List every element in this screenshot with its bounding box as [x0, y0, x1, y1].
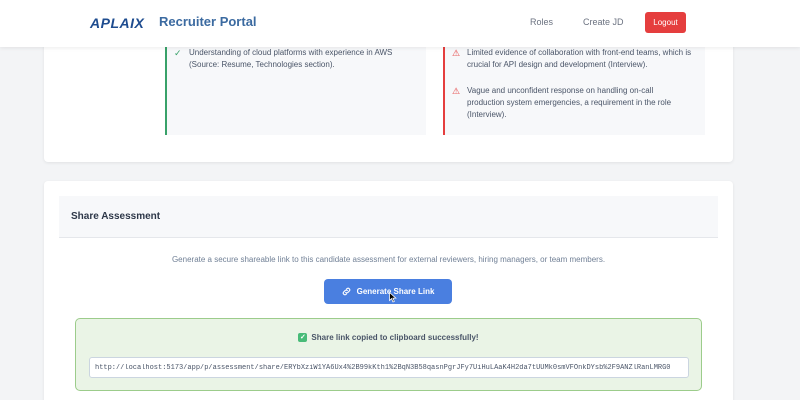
mouse-cursor-icon — [389, 292, 397, 303]
share-description: Generate a secure shareable link to this… — [171, 255, 606, 264]
link-icon — [342, 287, 350, 296]
check-icon: ✓ — [174, 48, 182, 58]
success-message-text: Share link copied to clipboard successfu… — [311, 333, 479, 342]
warning-icon: ⚠ — [452, 86, 461, 96]
nav-roles-link[interactable]: Roles — [530, 17, 553, 27]
share-success-alert: ✓ Share link copied to clipboard success… — [75, 318, 702, 391]
concerns-column: ⚠ Limited evidence of collaboration with… — [443, 40, 705, 135]
top-navbar: APLAIX Recruiter Portal Roles Create JD … — [0, 0, 800, 47]
check-box-icon: ✓ — [298, 333, 308, 342]
strength-item: ✓ Understanding of cloud platforms with … — [167, 47, 417, 71]
share-assessment-title: Share Assessment — [71, 211, 161, 222]
strengths-column: ✓ Understanding of cloud platforms with … — [165, 40, 426, 135]
strength-text: Understanding of cloud platforms with ex… — [189, 48, 393, 69]
warning-icon: ⚠ — [452, 48, 461, 58]
generate-share-link-button[interactable]: Generate Share Link — [324, 279, 452, 304]
concern-item: ⚠ Vague and unconfident response on hand… — [445, 85, 685, 121]
share-link-field[interactable] — [89, 357, 689, 378]
concern-item: ⚠ Limited evidence of collaboration with… — [445, 47, 705, 71]
nav-create-jd-link[interactable]: Create JD — [583, 17, 624, 27]
share-assessment-card: Share Assessment Generate a secure share… — [44, 181, 733, 400]
concern-text: Limited evidence of collaboration with f… — [467, 48, 692, 69]
success-message: ✓ Share link copied to clipboard success… — [76, 333, 701, 342]
concern-text: Vague and unconfident response on handli… — [467, 86, 672, 119]
logo[interactable]: APLAIX — [90, 14, 144, 32]
assessment-summary-card: ✓ Understanding of cloud platforms with … — [44, 30, 733, 162]
app-title[interactable]: Recruiter Portal — [159, 14, 257, 29]
share-assessment-header: Share Assessment — [59, 196, 718, 238]
logo-text: APLAIX — [90, 15, 145, 31]
logout-button[interactable]: Logout — [645, 12, 686, 33]
